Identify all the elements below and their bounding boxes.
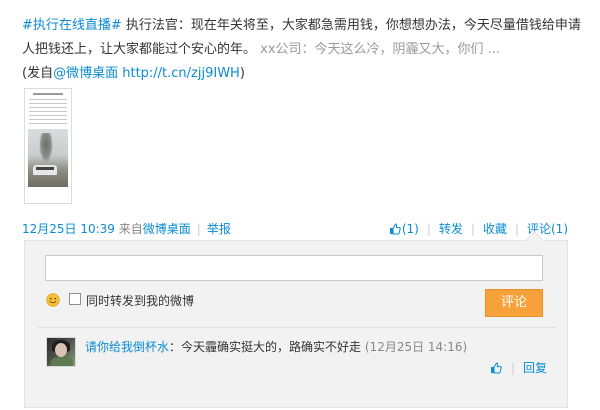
- report-link[interactable]: 举报: [207, 222, 231, 236]
- comment-divider: [39, 327, 555, 329]
- post-date[interactable]: 12月25日 10:39: [22, 222, 115, 236]
- post-source-suffix: ): [239, 66, 245, 81]
- like-count: (1): [401, 222, 419, 236]
- comment-time: (12月25日 14:16): [364, 340, 468, 354]
- submit-comment-button[interactable]: 评论: [485, 289, 543, 317]
- like-button[interactable]: (1): [389, 222, 419, 236]
- avatar[interactable]: [46, 337, 76, 367]
- post-truncated-text: xx公司：今天这么冷，阴霾又大，你们 ...: [260, 42, 501, 57]
- post-image-thumbnail[interactable]: [24, 88, 72, 204]
- comment-username[interactable]: 请你给我倒杯水: [85, 340, 169, 354]
- comment-panel: 同时转发到我的微博 评论 请你给我倒杯水：今天霾确实挺大的，路确实不好走 (12…: [24, 231, 568, 408]
- reply-button[interactable]: 回复: [523, 361, 547, 375]
- comment-input[interactable]: [45, 255, 543, 281]
- repost-checkbox-label[interactable]: 同时转发到我的微博: [86, 292, 194, 309]
- post-source-link[interactable]: @微博桌面: [53, 66, 118, 81]
- comment-item: 请你给我倒杯水：今天霾确实挺大的，路确实不好走 (12月25日 14:16): [85, 338, 467, 355]
- post-meta: 12月25日 10:39 来自微博桌面 | 举报: [22, 220, 231, 237]
- post-source-prefix: (发自: [22, 66, 54, 81]
- smiley-icon[interactable]: [46, 293, 60, 307]
- post-hashtag[interactable]: #执行在线直播#: [22, 18, 122, 33]
- post-from-prefix: 来自: [118, 222, 143, 236]
- comment-colon: ：: [169, 340, 182, 354]
- favorite-button[interactable]: 收藏: [483, 222, 507, 236]
- action-separator: |: [426, 222, 431, 236]
- comment-text: 今天霾确实挺大的，路确实不好走: [181, 340, 362, 354]
- post-actions: (1) | 转发 | 收藏 | 评论(1): [389, 220, 568, 237]
- post-text: #执行在线直播# 执行法官：现在年关将至，大家都急需用钱，你想想办法，今天尽量借…: [22, 14, 582, 86]
- post-from-app[interactable]: 微博桌面: [143, 222, 191, 236]
- meta-separator: |: [196, 222, 201, 236]
- repost-checkbox[interactable]: [69, 293, 81, 305]
- comment-action-separator: |: [510, 361, 515, 375]
- thumbs-up-icon[interactable]: [490, 362, 502, 374]
- repost-button[interactable]: 转发: [439, 222, 463, 236]
- action-separator: |: [470, 222, 475, 236]
- thumbs-up-icon: [389, 223, 401, 235]
- post-short-link[interactable]: http://t.cn/zjj9IWH: [122, 66, 240, 81]
- comment-actions: | 回复: [490, 359, 547, 376]
- action-separator: |: [514, 222, 519, 236]
